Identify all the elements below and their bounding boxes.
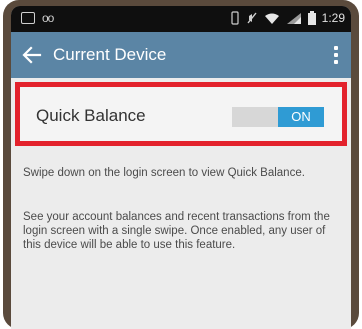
overflow-menu-icon[interactable] [331, 44, 341, 66]
vibrate-icon [231, 11, 239, 25]
quick-balance-label: Quick Balance [36, 106, 146, 125]
back-arrow-icon[interactable] [21, 44, 43, 66]
wifi-icon [264, 13, 279, 24]
phone-screen: oo 1:29 Current Device Quick Balance ON … [11, 6, 351, 329]
status-time: 1:29 [321, 11, 345, 25]
page-title: Current Device [53, 45, 167, 64]
photo-icon [21, 12, 35, 24]
status-bar-left: oo [21, 11, 54, 25]
voicemail-icon: oo [42, 11, 54, 25]
signal-icon [286, 12, 301, 24]
status-bar: oo 1:29 [11, 6, 351, 32]
description-text: See your account balances and recent tra… [23, 211, 330, 251]
quick-balance-setting-row[interactable]: Quick Balance ON [15, 82, 347, 146]
mute-icon [247, 12, 257, 24]
status-bar-right: 1:29 [230, 11, 345, 25]
app-bar: Current Device [11, 32, 351, 78]
quick-balance-toggle[interactable]: ON [232, 107, 324, 127]
description-text: Swipe down on the login screen to view Q… [23, 167, 305, 179]
toggle-on-label: ON [278, 107, 324, 127]
battery-icon [307, 11, 316, 25]
